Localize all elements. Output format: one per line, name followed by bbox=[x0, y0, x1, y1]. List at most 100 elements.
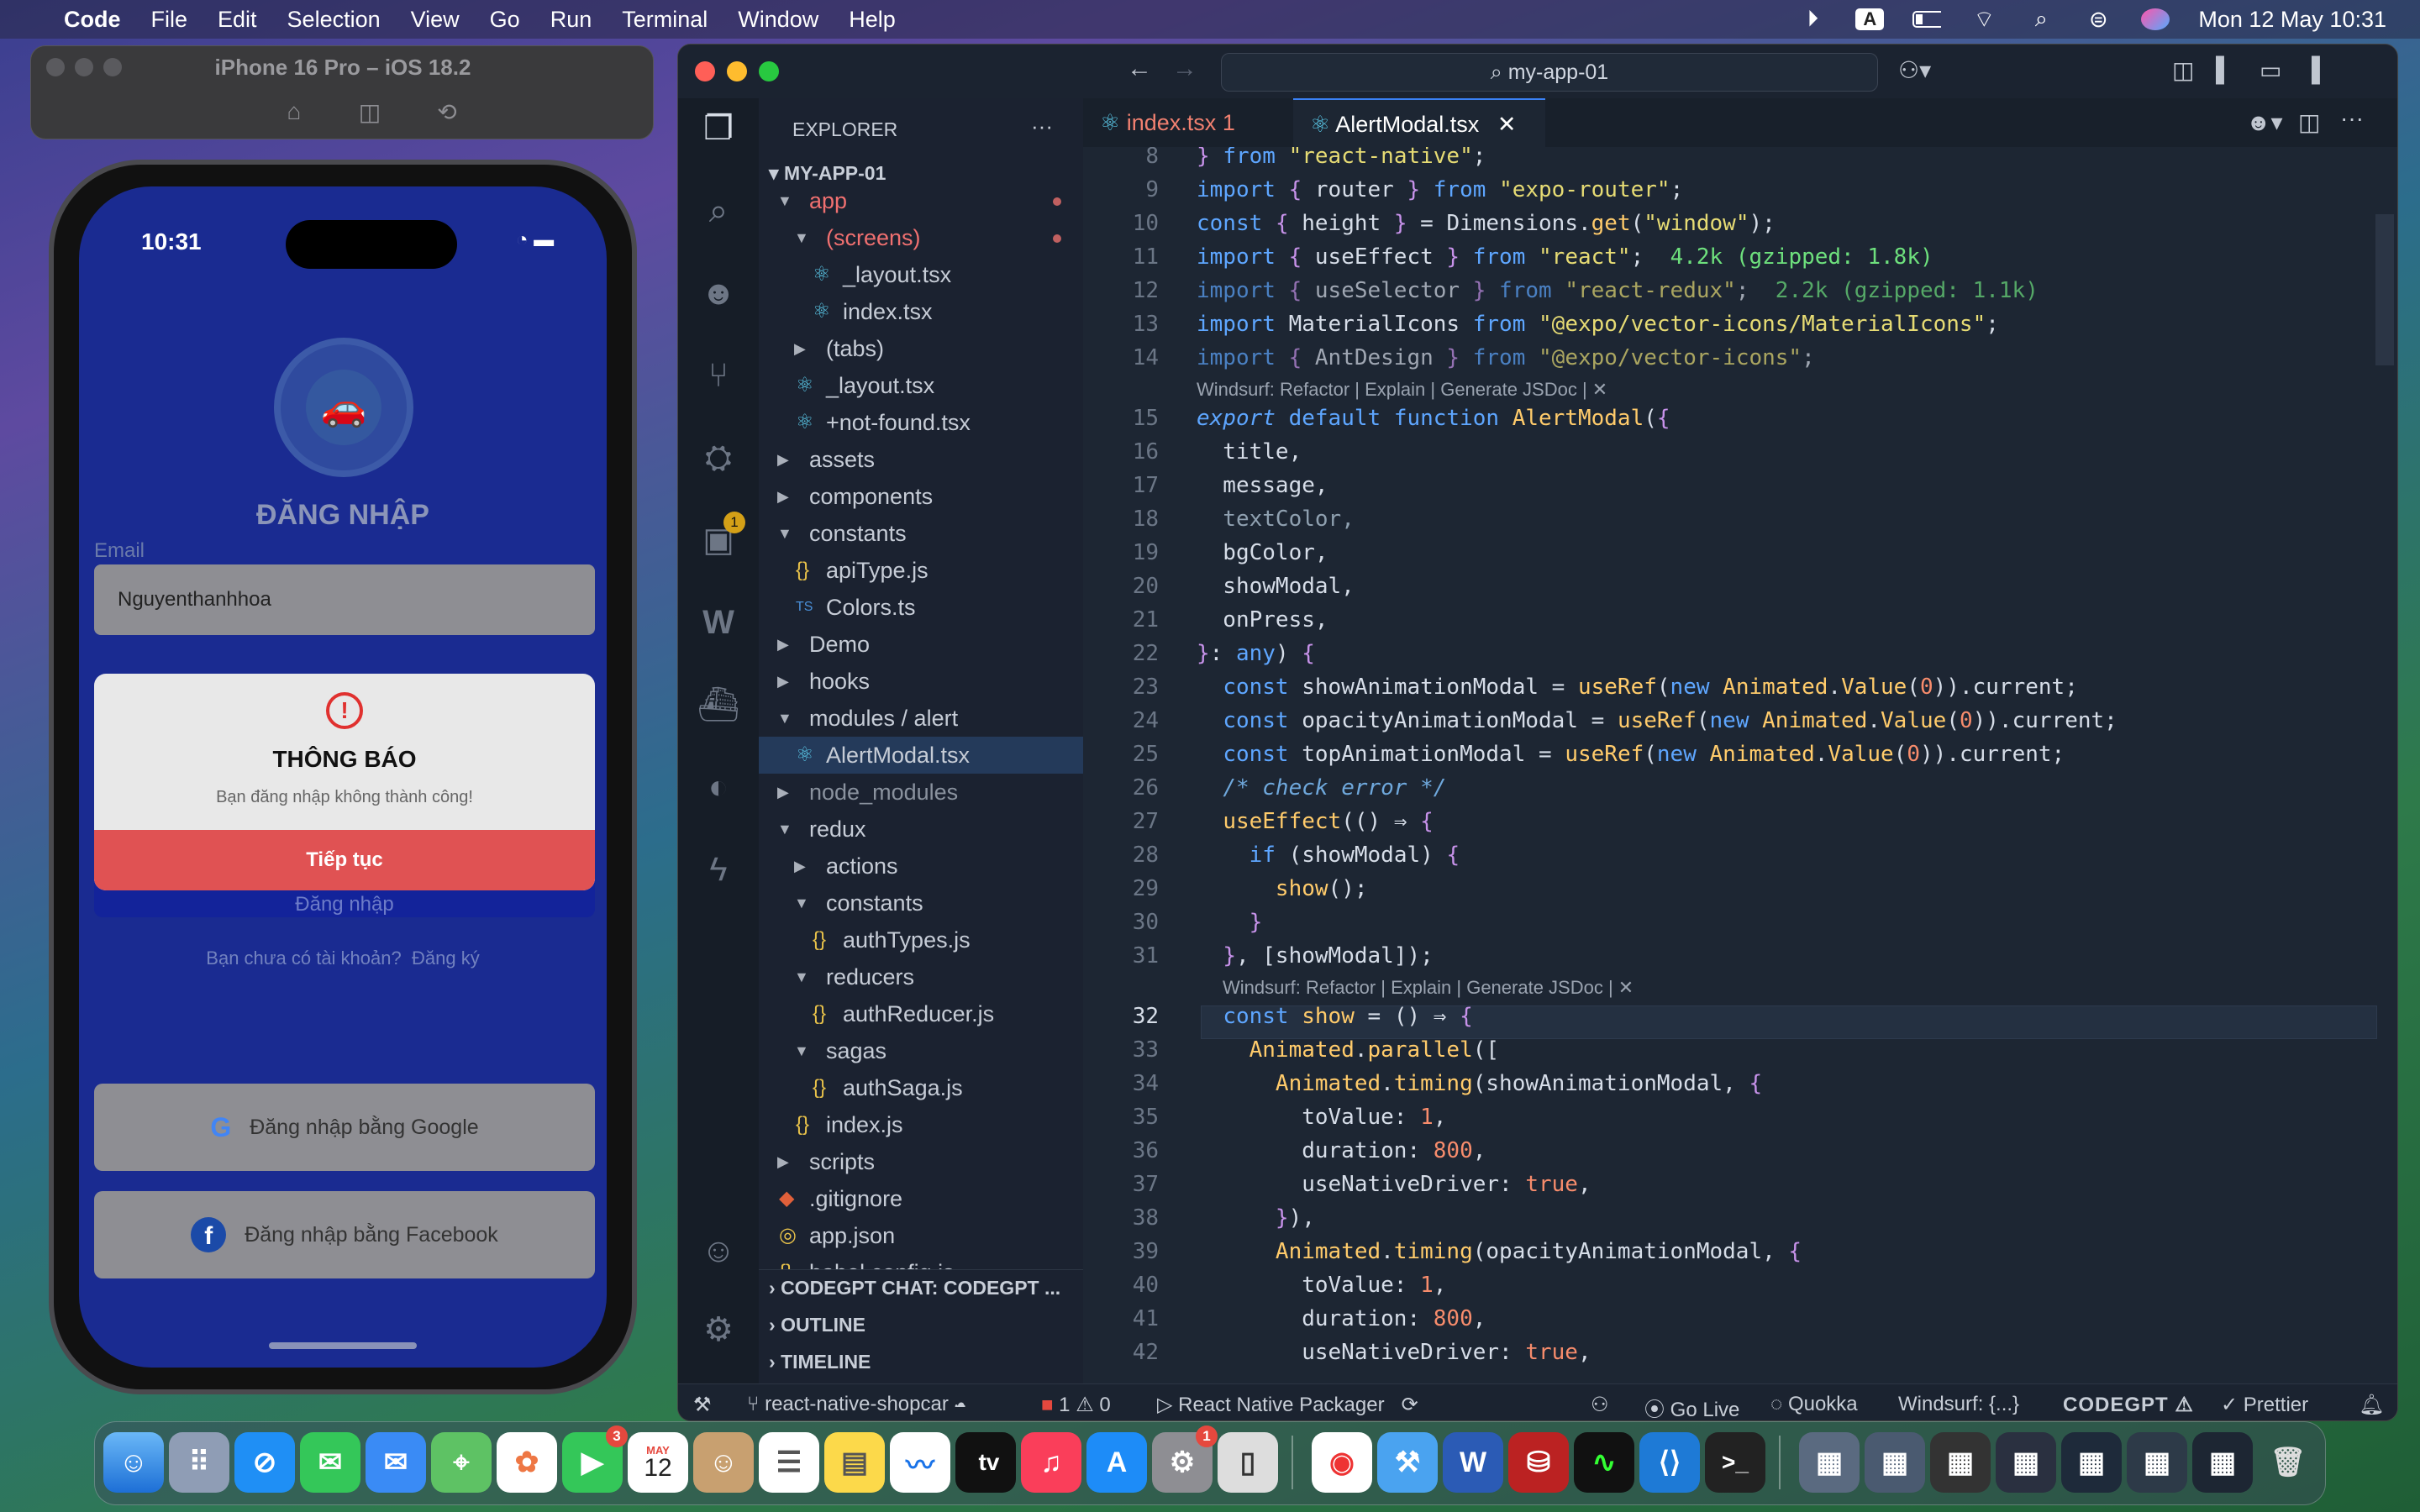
explorer-icon[interactable]: ❐ bbox=[697, 107, 740, 150]
chrome-icon[interactable]: ◉ bbox=[1312, 1432, 1372, 1493]
tree-item[interactable]: ⚛ index.tsx bbox=[759, 293, 1083, 330]
toggle-panel-icon[interactable]: ▭ bbox=[2260, 56, 2281, 84]
lightning-icon[interactable]: ϟ bbox=[697, 848, 740, 891]
notes-icon[interactable]: ▤ bbox=[824, 1432, 885, 1493]
window-close-button[interactable] bbox=[695, 61, 715, 81]
input-source-icon[interactable]: A bbox=[1855, 8, 1885, 30]
safari-icon[interactable]: ⊘ bbox=[234, 1432, 295, 1493]
app-store-icon[interactable]: A bbox=[1086, 1432, 1147, 1493]
contacts-icon[interactable]: ☺ bbox=[693, 1432, 754, 1493]
window-minimize-button[interactable] bbox=[727, 61, 747, 81]
source-control-icon[interactable]: ⑂ bbox=[697, 354, 740, 397]
codegpt-icon[interactable]: ◐ bbox=[697, 765, 740, 809]
git-branch[interactable]: ⑂ react-native-shopcar ☁ bbox=[747, 1393, 966, 1416]
word-icon[interactable]: W bbox=[1443, 1432, 1503, 1493]
quokka[interactable]: ◌ Quokka bbox=[1770, 1393, 1858, 1416]
music-icon[interactable]: ♫ bbox=[1021, 1432, 1081, 1493]
search-icon[interactable]: ⌕ bbox=[697, 189, 740, 233]
tree-item[interactable]: {} authSaga.js bbox=[759, 1069, 1083, 1106]
windsurf-icon[interactable]: W bbox=[697, 601, 740, 644]
menu-help[interactable]: Help bbox=[849, 7, 896, 33]
menubar-clock[interactable]: Mon 12 May 10:31 bbox=[2198, 7, 2386, 33]
project-root[interactable]: ▾ MY-APP-01 bbox=[769, 162, 886, 185]
battery-icon[interactable] bbox=[1912, 8, 1942, 30]
panel-outline[interactable]: › OUTLINE bbox=[769, 1314, 865, 1336]
tree-item[interactable]: ▼ modules / alert bbox=[759, 700, 1083, 737]
tree-item[interactable]: {} authTypes.js bbox=[759, 921, 1083, 958]
layout-customize-icon[interactable]: ◫ bbox=[2172, 56, 2194, 84]
minimized-window-4[interactable]: ▦ bbox=[1996, 1432, 2056, 1493]
code-lens-windsurf[interactable]: Windsurf: Refactor | Explain | Generate … bbox=[1197, 379, 1607, 401]
maps-icon[interactable]: ⌖ bbox=[431, 1432, 492, 1493]
minimized-window-1[interactable]: ▦ bbox=[1799, 1432, 1860, 1493]
tab-alertmodal-tsx[interactable]: ⚛ AlertModal.tsx ✕ bbox=[1293, 98, 1545, 147]
tree-item[interactable]: ▶ Demo bbox=[759, 626, 1083, 663]
panel-codegpt-chat[interactable]: › CODEGPT CHAT: CODEGPT ... bbox=[769, 1277, 1060, 1299]
tree-item[interactable]: ▶ actions bbox=[759, 848, 1083, 885]
tree-item[interactable]: ▼ sagas bbox=[759, 1032, 1083, 1069]
window-zoom-button[interactable] bbox=[759, 61, 779, 81]
menu-view[interactable]: View bbox=[411, 7, 460, 33]
tree-item[interactable]: ◆ .gitignore bbox=[759, 1180, 1083, 1217]
tree-item[interactable]: {} apiType.js bbox=[759, 552, 1083, 589]
problems-indicator[interactable]: ■ 1 ⚠ 0 bbox=[1041, 1393, 1111, 1417]
reminders-icon[interactable]: ☰ bbox=[759, 1432, 819, 1493]
continue-button[interactable]: Tiếp tục bbox=[94, 830, 595, 890]
photos-icon[interactable]: ✿ bbox=[497, 1432, 557, 1493]
command-center-search[interactable]: ⌕ my-app-01 bbox=[1221, 53, 1878, 92]
remote-explorer-icon[interactable]: ⛭ bbox=[697, 436, 740, 480]
mail-icon[interactable]: ✉ bbox=[366, 1432, 426, 1493]
back-arrow-icon[interactable]: ← bbox=[1127, 55, 1152, 83]
panel-timeline[interactable]: › TIMELINE bbox=[769, 1351, 871, 1373]
control-center-icon[interactable]: ⊜ bbox=[2084, 7, 2112, 32]
menu-selection[interactable]: Selection bbox=[287, 7, 381, 33]
menu-window[interactable]: Window bbox=[738, 7, 818, 33]
tree-item[interactable]: ▼ constants bbox=[759, 515, 1083, 552]
launchpad-icon[interactable]: ⠿ bbox=[169, 1432, 229, 1493]
editor-scrollbar[interactable] bbox=[2375, 214, 2394, 365]
minimized-window-6[interactable]: ▦ bbox=[2127, 1432, 2187, 1493]
explorer-more-icon[interactable]: ··· bbox=[1031, 113, 1053, 139]
tree-item[interactable]: ▼ reducers bbox=[759, 958, 1083, 995]
rotate-icon[interactable]: ⟲ bbox=[433, 98, 461, 127]
screen-record-icon[interactable]: ⏵ bbox=[1798, 6, 1827, 31]
go-live[interactable]: ⦿ Go Live bbox=[1644, 1393, 1739, 1420]
remote-icon[interactable]: ⚒ bbox=[693, 1393, 712, 1417]
siri-icon[interactable] bbox=[2141, 8, 2170, 30]
copilot-icon[interactable]: ⚇▾ bbox=[1898, 56, 1931, 84]
close-tab-icon[interactable]: ✕ bbox=[1497, 112, 1517, 137]
spotlight-search-icon[interactable]: ⌕ bbox=[2027, 6, 2055, 31]
trash-icon[interactable]: 🗑︎ bbox=[2258, 1432, 2318, 1493]
settings-gear-icon[interactable]: ⚙ bbox=[697, 1308, 740, 1352]
toggle-sidebar-icon[interactable]: ▌ bbox=[2216, 56, 2233, 83]
signup-link[interactable]: Đăng ký bbox=[412, 948, 480, 969]
tree-item[interactable]: ▼ redux bbox=[759, 811, 1083, 848]
menu-terminal[interactable]: Terminal bbox=[622, 7, 708, 33]
email-field[interactable]: Nguyenthanhhoa bbox=[94, 564, 595, 635]
menu-run[interactable]: Run bbox=[550, 7, 592, 33]
wifi-icon[interactable]: ⌔ bbox=[1970, 7, 1998, 32]
home-icon[interactable]: ⌂ bbox=[280, 98, 308, 127]
tab-index-tsx[interactable]: ⚛ index.tsx 1 bbox=[1083, 98, 1293, 147]
tree-item[interactable]: ▶ scripts bbox=[759, 1143, 1083, 1180]
windsurf-status[interactable]: Windsurf: {...} bbox=[1898, 1393, 2019, 1416]
xcode-icon[interactable]: ⚒ bbox=[1377, 1432, 1438, 1493]
tree-item[interactable]: ▶ components bbox=[759, 478, 1083, 515]
google-login-button[interactable]: G Đăng nhập bằng Google bbox=[94, 1084, 595, 1171]
tree-item[interactable]: ▶ hooks bbox=[759, 663, 1083, 700]
tree-item[interactable]: ▼ (screens) bbox=[759, 219, 1083, 256]
split-editor-icon[interactable]: ◫ bbox=[2298, 108, 2320, 136]
minimized-window-7[interactable]: ▦ bbox=[2192, 1432, 2253, 1493]
tree-item[interactable]: ▼ constants bbox=[759, 885, 1083, 921]
freeform-icon[interactable]: 〰 bbox=[890, 1432, 950, 1493]
rn-packager[interactable]: ▷ React Native Packager ⟳ bbox=[1157, 1393, 1418, 1417]
toggle-secondary-sidebar-icon[interactable]: ▐ bbox=[2303, 56, 2320, 83]
tree-item[interactable]: ⚛ +not-found.tsx bbox=[759, 404, 1083, 441]
forward-arrow-icon[interactable]: → bbox=[1172, 55, 1197, 83]
menu-file[interactable]: File bbox=[151, 7, 188, 33]
tree-item[interactable]: ▶ assets bbox=[759, 441, 1083, 478]
agent-icon[interactable]: ☻ bbox=[697, 271, 740, 315]
minimized-window-3[interactable]: ▦ bbox=[1930, 1432, 1991, 1493]
tree-item[interactable]: ▶ node_modules bbox=[759, 774, 1083, 811]
facebook-login-button[interactable]: f Đăng nhập bằng Facebook bbox=[94, 1191, 595, 1278]
